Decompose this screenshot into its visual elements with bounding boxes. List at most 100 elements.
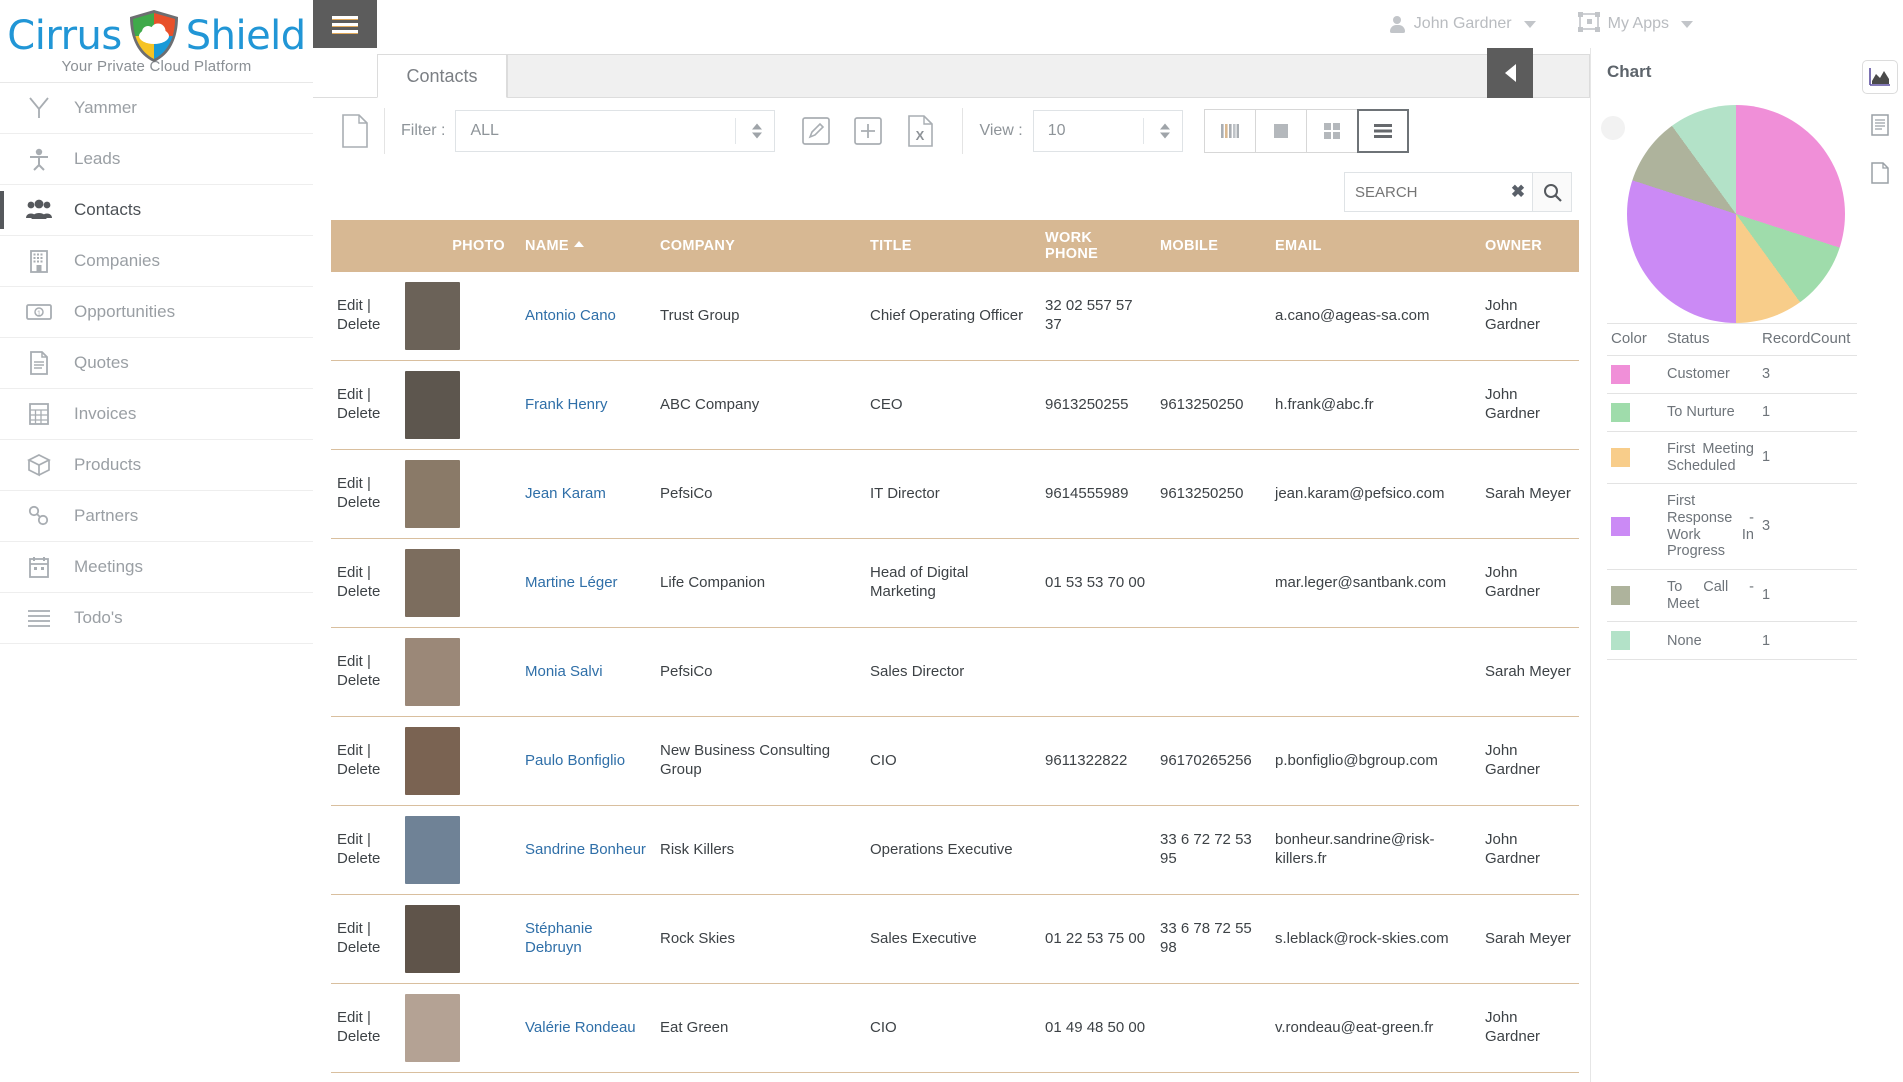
sidebar-item-todos[interactable]: Todo's xyxy=(0,593,313,644)
edit-link[interactable]: Edit | xyxy=(337,564,371,581)
legend-row[interactable]: First Response - Work In Progress 3 xyxy=(1607,483,1887,571)
contact-name-link[interactable]: Stéphanie Debruyn xyxy=(525,920,593,956)
edit-link[interactable]: Edit | xyxy=(337,475,371,492)
column-header-company[interactable]: COMPANY xyxy=(654,220,864,272)
blank-page-icon[interactable] xyxy=(1862,156,1898,190)
delete-link[interactable]: Delete xyxy=(337,583,380,600)
table-row[interactable]: Edit | Delete Valérie Rondeau Eat Green CIO 0… xyxy=(331,983,1579,1073)
edit-link[interactable]: Edit | xyxy=(337,920,371,937)
sidebar-item-leads[interactable]: Leads xyxy=(0,134,313,185)
contact-name-link[interactable]: Valérie Rondeau xyxy=(525,1019,636,1036)
sidebar-item-yammer[interactable]: Yammer xyxy=(0,83,313,134)
cell-name[interactable]: Monia Salvi xyxy=(519,627,654,717)
sidebar-item-meetings[interactable]: Meetings xyxy=(0,542,313,593)
sidebar-item-companies[interactable]: Companies xyxy=(0,236,313,287)
brand-logo[interactable]: Cirrus Shield Your Private Cloud Platfor… xyxy=(0,0,313,82)
edit-link[interactable]: Edit | xyxy=(337,653,371,670)
contact-name-link[interactable]: Sandrine Bonheur xyxy=(525,841,646,858)
cell-name[interactable]: Xavier Le Roy xyxy=(519,1072,654,1082)
delete-link[interactable]: Delete xyxy=(337,939,380,956)
search-icon[interactable] xyxy=(1532,172,1572,212)
contact-name-link[interactable]: Frank Henry xyxy=(525,396,608,413)
list-view-icon[interactable] xyxy=(1356,108,1409,153)
legend-row[interactable]: To Nurture 1 xyxy=(1607,393,1887,432)
table-row[interactable]: Edit | Delete Stéphanie Debruyn Rock Skies S… xyxy=(331,894,1579,984)
row-actions[interactable]: Edit | Delete xyxy=(331,627,399,717)
table-row[interactable]: Edit | Delete Paulo Bonfiglio New Business … xyxy=(331,716,1579,806)
hamburger-icon[interactable] xyxy=(313,0,377,48)
chart-area-icon[interactable] xyxy=(1862,60,1898,94)
row-actions[interactable]: Edit | Delete xyxy=(331,538,399,628)
table-row[interactable]: Edit | Delete Martine Léger Life Companion H… xyxy=(331,538,1579,628)
user-menu[interactable]: John Gardner xyxy=(1389,15,1536,33)
edit-pencil-icon[interactable] xyxy=(799,114,833,148)
contact-name-link[interactable]: Monia Salvi xyxy=(525,663,603,680)
delete-link[interactable]: Delete xyxy=(337,405,380,422)
columns-view-icon[interactable] xyxy=(1203,108,1256,153)
delete-link[interactable]: Delete xyxy=(337,850,380,867)
row-actions[interactable]: Edit |Delete xyxy=(331,1072,399,1082)
collapse-panel-button[interactable] xyxy=(1487,48,1533,98)
cell-name[interactable]: Stéphanie Debruyn xyxy=(519,894,654,984)
edit-link[interactable]: Edit | xyxy=(337,386,371,403)
delete-link[interactable]: Delete xyxy=(337,1028,380,1045)
column-header-email[interactable]: EMAIL xyxy=(1269,220,1479,272)
cell-name[interactable]: Frank Henry xyxy=(519,360,654,450)
column-header-title[interactable]: TITLE xyxy=(864,220,1039,272)
column-header-owner[interactable]: OWNER xyxy=(1479,220,1579,272)
tab-contacts[interactable]: Contacts xyxy=(377,54,507,98)
legend-row[interactable]: Customer 3 xyxy=(1607,355,1887,394)
table-row[interactable]: Edit | Delete Antonio Cano Trust Group Chief… xyxy=(331,272,1579,361)
delete-link[interactable]: Delete xyxy=(337,494,380,511)
sidebar-item-products[interactable]: Products xyxy=(0,440,313,491)
column-header-mobile[interactable]: MOBILE xyxy=(1154,220,1269,272)
pie-chart[interactable] xyxy=(1627,105,1845,323)
sidebar-item-contacts[interactable]: Contacts xyxy=(0,185,313,236)
legend-row[interactable]: To Call - Meet 1 xyxy=(1607,569,1887,623)
contact-name-link[interactable]: Jean Karam xyxy=(525,485,606,502)
cell-name[interactable]: Sandrine Bonheur xyxy=(519,805,654,895)
edit-link[interactable]: Edit | xyxy=(337,742,371,759)
my-apps-menu[interactable]: My Apps xyxy=(1577,11,1693,37)
table-row[interactable]: Edit |Delete Xavier Le RoyBurger StarsHea… xyxy=(331,1072,1579,1082)
contact-name-link[interactable]: Paulo Bonfiglio xyxy=(525,752,625,769)
legend-row[interactable]: None 1 xyxy=(1607,621,1887,661)
edit-link[interactable]: Edit | xyxy=(337,831,371,848)
delete-link[interactable]: Delete xyxy=(337,672,380,689)
cell-name[interactable]: Jean Karam xyxy=(519,449,654,539)
chart-legend-toggle[interactable] xyxy=(1601,116,1625,140)
column-header-name[interactable]: NAME xyxy=(519,220,654,272)
document-lines-icon[interactable] xyxy=(1862,108,1898,142)
single-block-view-icon[interactable] xyxy=(1254,108,1307,153)
cell-name[interactable]: Valérie Rondeau xyxy=(519,983,654,1073)
row-actions[interactable]: Edit | Delete xyxy=(331,894,399,984)
search-input[interactable] xyxy=(1344,172,1504,212)
table-row[interactable]: Edit | Delete Frank Henry ABC Company CEO 961… xyxy=(331,360,1579,450)
row-actions[interactable]: Edit | Delete xyxy=(331,983,399,1073)
column-header-work-phone[interactable]: WORK PHONE xyxy=(1039,220,1154,272)
delete-link[interactable]: Delete xyxy=(337,316,380,333)
clear-x-icon[interactable]: ✖ xyxy=(1504,172,1532,212)
table-row[interactable]: Edit | Delete Monia Salvi PefsiCo Sales Dire… xyxy=(331,627,1579,717)
filter-select[interactable]: ALL xyxy=(455,109,776,152)
contact-name-link[interactable]: Antonio Cano xyxy=(525,307,616,324)
contact-name-link[interactable]: Martine Léger xyxy=(525,574,618,591)
row-actions[interactable]: Edit | Delete xyxy=(331,716,399,806)
sidebar-item-partners[interactable]: Partners xyxy=(0,491,313,542)
tiles-view-icon[interactable] xyxy=(1305,108,1358,153)
new-document-icon[interactable] xyxy=(341,113,368,148)
edit-link[interactable]: Edit | xyxy=(337,1009,371,1026)
legend-row[interactable]: First Meeting Scheduled 1 xyxy=(1607,431,1887,485)
excel-export-icon[interactable]: X xyxy=(903,114,937,148)
edit-link[interactable]: Edit | xyxy=(337,297,371,314)
cell-name[interactable]: Antonio Cano xyxy=(519,272,654,361)
cell-name[interactable]: Martine Léger xyxy=(519,538,654,628)
row-actions[interactable]: Edit | Delete xyxy=(331,360,399,450)
cell-name[interactable]: Paulo Bonfiglio xyxy=(519,716,654,806)
sidebar-item-invoices[interactable]: Invoices xyxy=(0,389,313,440)
sidebar-item-quotes[interactable]: Quotes xyxy=(0,338,313,389)
row-actions[interactable]: Edit | Delete xyxy=(331,449,399,539)
delete-link[interactable]: Delete xyxy=(337,761,380,778)
table-row[interactable]: Edit | Delete Sandrine Bonheur Risk Killers… xyxy=(331,805,1579,895)
table-row[interactable]: Edit | Delete Jean Karam PefsiCo IT Director… xyxy=(331,449,1579,539)
